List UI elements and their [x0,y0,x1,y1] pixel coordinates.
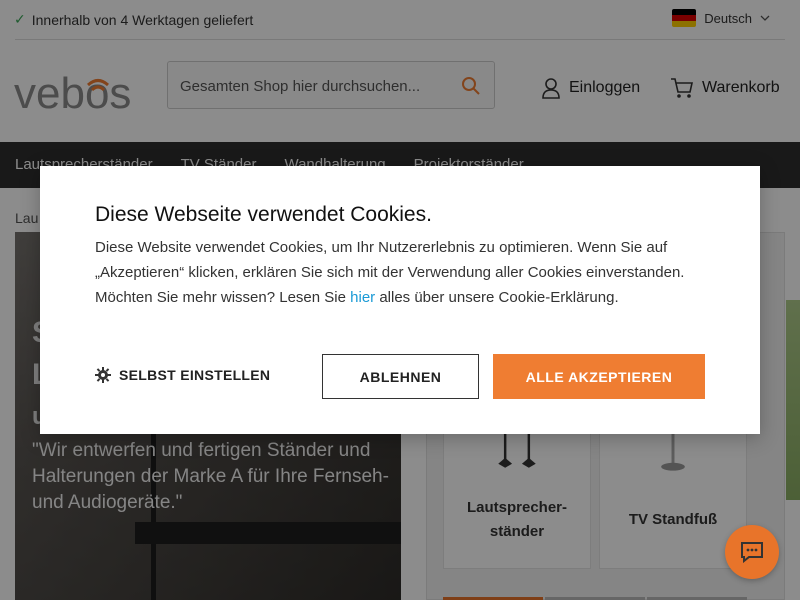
cookie-policy-link[interactable]: hier [350,289,375,306]
gear-icon [95,367,111,383]
decline-cookies-button[interactable]: ABLEHNEN [322,354,479,399]
cookie-settings-label: SELBST EINSTELLEN [119,367,271,383]
chat-button[interactable] [725,525,779,579]
cookie-title: Diese Webseite verwendet Cookies. [95,203,432,226]
accept-all-cookies-button[interactable]: ALLE AKZEPTIEREN [493,354,705,399]
cookie-dialog: Diese Webseite verwendet Cookies. Diese … [40,166,760,434]
chat-icon [741,542,763,563]
cookie-settings-button[interactable]: SELBST EINSTELLEN [95,367,270,383]
cookie-text: Diese Website verwendet Cookies, um Ihr … [95,239,685,306]
